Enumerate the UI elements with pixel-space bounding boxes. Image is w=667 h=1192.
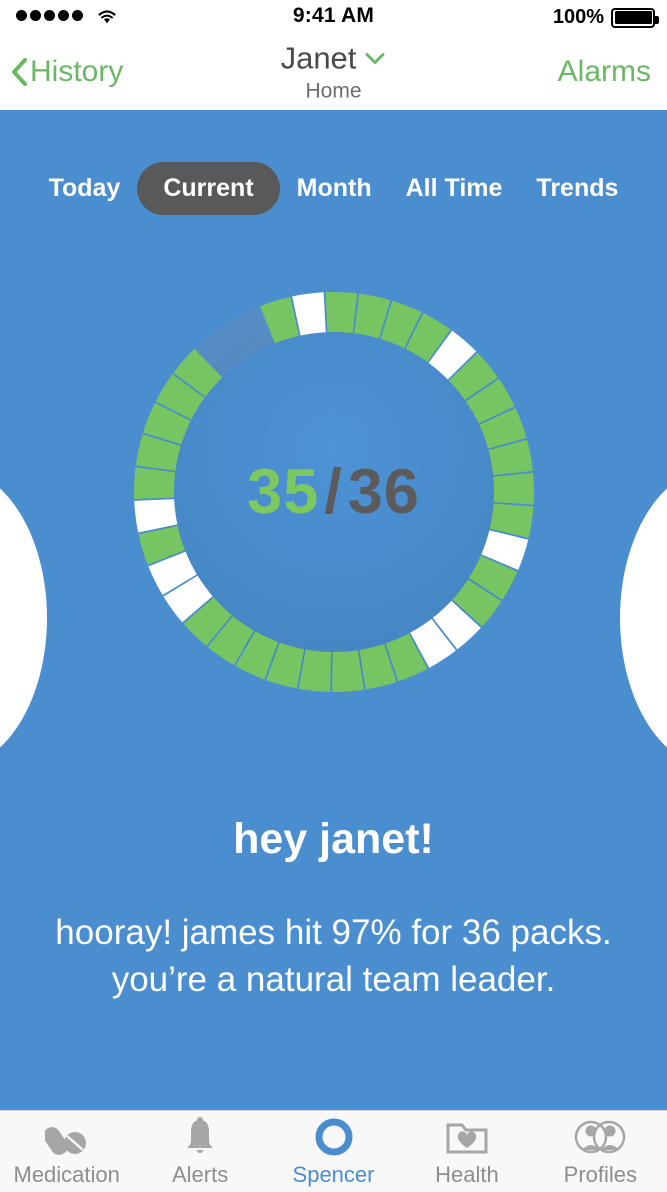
tab-label: Profiles bbox=[563, 1161, 637, 1187]
filter-tab-current[interactable]: Current bbox=[137, 162, 280, 215]
tab-label: Health bbox=[435, 1161, 499, 1187]
folder-heart-icon bbox=[445, 1116, 489, 1158]
ratio-separator: / bbox=[324, 457, 343, 527]
message-body: hooray! james hit 97% for 36 packs. you’… bbox=[0, 910, 667, 1003]
filter-tab-trends[interactable]: Trends bbox=[519, 162, 635, 215]
bell-icon bbox=[180, 1116, 220, 1158]
tab-label: Medication bbox=[13, 1161, 120, 1187]
chevron-down-icon[interactable] bbox=[364, 51, 386, 65]
carousel-peek-left[interactable] bbox=[0, 468, 47, 768]
tab-medication[interactable]: Medication bbox=[0, 1116, 133, 1188]
status-bar: 9:41 AM 100% bbox=[0, 0, 667, 34]
ring-icon bbox=[313, 1116, 355, 1158]
filter-tabs: Today Current Month All Time Trends bbox=[0, 162, 667, 215]
profiles-icon bbox=[574, 1116, 626, 1158]
bottom-tab-bar: Medication Alerts Spencer Health Profile… bbox=[0, 1110, 667, 1192]
message-body-line-2: you’re a natural team leader. bbox=[111, 959, 556, 999]
tab-profiles[interactable]: Profiles bbox=[534, 1116, 667, 1188]
tab-label: Spencer bbox=[292, 1161, 375, 1187]
page-title: Janet bbox=[280, 40, 357, 76]
pills-icon bbox=[44, 1116, 89, 1158]
message-body-line-1: hooray! james hit 97% for 36 packs. bbox=[55, 913, 612, 952]
tab-spencer[interactable]: Spencer bbox=[267, 1116, 400, 1188]
doses-taken-value: 35 bbox=[247, 457, 320, 527]
filter-tab-month[interactable]: Month bbox=[280, 162, 389, 215]
battery-icon bbox=[611, 7, 659, 28]
tab-health[interactable]: Health bbox=[400, 1116, 533, 1188]
tab-label: Alerts bbox=[171, 1161, 229, 1187]
doses-total-value: 36 bbox=[347, 457, 420, 527]
navigation-bar: History Janet Home Alarms bbox=[0, 34, 667, 110]
message-headline: hey janet! bbox=[233, 815, 434, 863]
alarms-button[interactable]: Alarms bbox=[558, 55, 651, 89]
main-panel: Today Current Month All Time Trends 35 / 36 … bbox=[0, 110, 667, 1110]
adherence-ring[interactable]: 35 / 36 bbox=[94, 252, 574, 732]
carousel-peek-right[interactable] bbox=[620, 468, 667, 768]
status-bar-right: 100% bbox=[552, 6, 659, 29]
battery-percent-label: 100% bbox=[552, 6, 604, 28]
filter-tab-all-time[interactable]: All Time bbox=[389, 162, 520, 215]
tab-alerts[interactable]: Alerts bbox=[133, 1116, 266, 1188]
filter-tab-today[interactable]: Today bbox=[32, 162, 138, 215]
phone-screen: 9:41 AM 100% History Janet Home Alarms T… bbox=[0, 0, 667, 1192]
ring-center-value: 35 / 36 bbox=[94, 252, 574, 732]
